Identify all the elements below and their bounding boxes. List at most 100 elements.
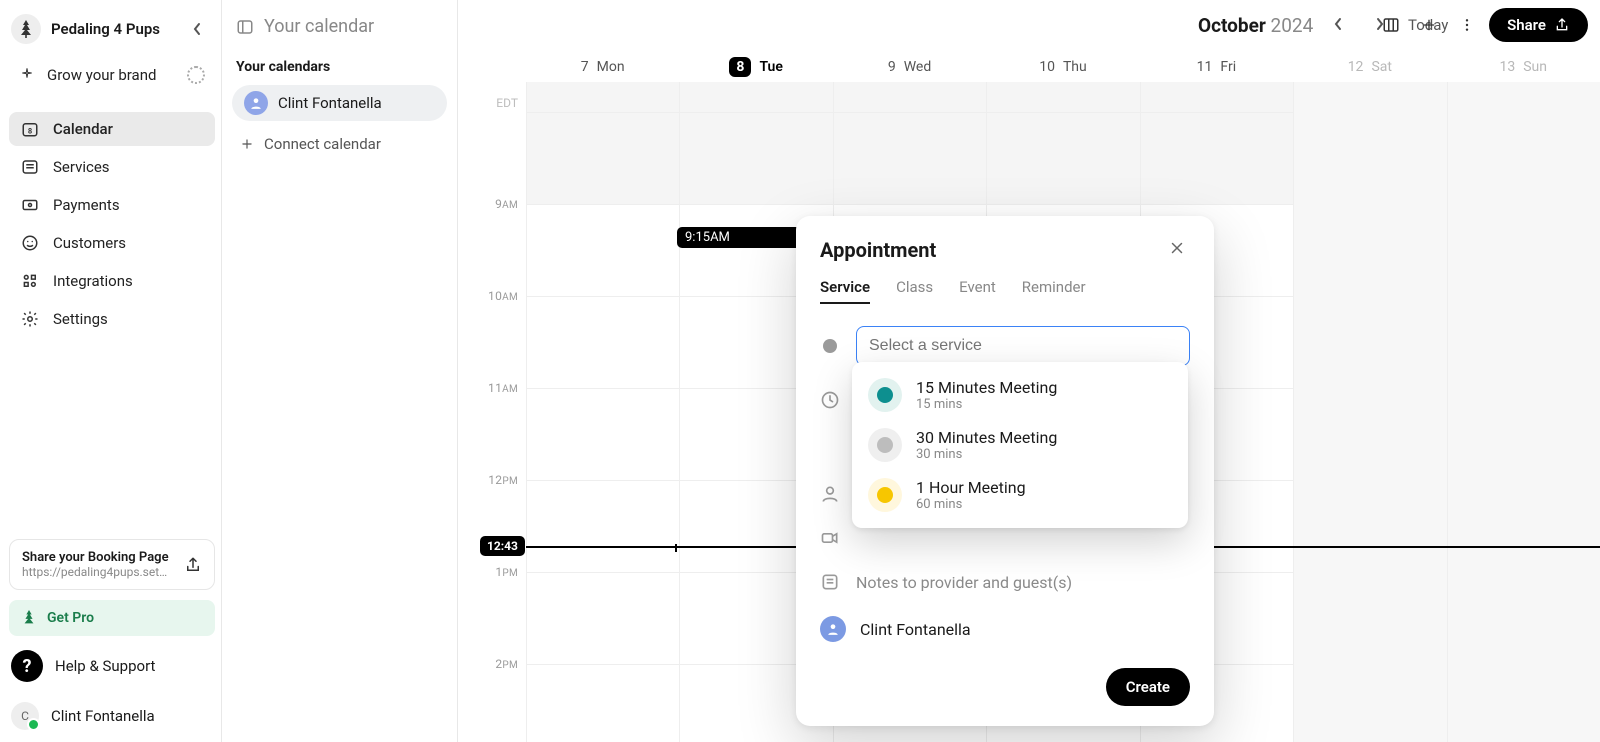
nav-payments[interactable]: Payments: [9, 188, 215, 222]
time-gutter: EDT 9AM 10AM 11AM 12PM 1PM 2PM: [458, 82, 526, 742]
chevron-left-icon: [1333, 17, 1343, 31]
columns-icon: [1382, 16, 1400, 34]
create-button[interactable]: Create: [1106, 668, 1190, 706]
current-user-menu[interactable]: C Clint Fontanella: [9, 696, 215, 736]
help-support-link[interactable]: ? Help & Support: [9, 646, 215, 686]
popover-tabs: Service Class Event Reminder: [820, 278, 1190, 304]
day-header[interactable]: 8Tue: [679, 52, 832, 82]
list-icon: [21, 158, 39, 176]
nav-settings[interactable]: Settings: [9, 302, 215, 336]
workspace-switcher[interactable]: Pedaling 4 Pups: [9, 10, 215, 58]
chevron-left-icon: [192, 22, 202, 36]
tree-icon: [19, 20, 33, 38]
share-label: Share: [1507, 16, 1546, 34]
day-column[interactable]: [1447, 82, 1600, 742]
day-header[interactable]: 12Sat: [1293, 52, 1446, 82]
day-header[interactable]: 13Sun: [1447, 52, 1600, 82]
video-field-row[interactable]: [820, 528, 1190, 548]
day-header[interactable]: 11Fri: [1140, 52, 1293, 82]
get-pro-label: Get Pro: [47, 610, 94, 626]
timezone-label: EDT: [496, 96, 518, 110]
service-select-input[interactable]: [856, 326, 1190, 366]
view-columns-button[interactable]: [1375, 9, 1407, 41]
your-calendars-heading: Your calendars: [232, 55, 447, 85]
person-icon: [820, 484, 840, 504]
color-swatch-icon: [868, 428, 902, 462]
plus-icon: [240, 137, 254, 151]
day-header[interactable]: 10Thu: [986, 52, 1139, 82]
month-name: October: [1198, 14, 1266, 37]
panel-title: Your calendar: [264, 16, 374, 37]
tab-reminder[interactable]: Reminder: [1022, 278, 1086, 304]
more-menu-button[interactable]: [1451, 9, 1483, 41]
nav-label: Settings: [53, 310, 108, 328]
get-pro-button[interactable]: Get Pro: [9, 600, 215, 636]
loading-spinner-icon: [187, 66, 205, 84]
day-header[interactable]: 9Wed: [833, 52, 986, 82]
svg-text:8: 8: [28, 127, 32, 136]
month-year-label: October 2024: [1198, 14, 1313, 37]
tree-icon: [21, 610, 37, 626]
notes-field-row[interactable]: Notes to provider and guest(s): [820, 572, 1190, 592]
nav-customers[interactable]: Customers: [9, 226, 215, 260]
assignee-row[interactable]: Clint Fontanella: [820, 616, 1190, 642]
toolbar-right: Share: [1375, 8, 1588, 42]
more-vertical-icon: [1459, 17, 1475, 33]
money-icon: [21, 196, 39, 214]
upload-icon: [1554, 17, 1570, 33]
day-column[interactable]: [1293, 82, 1446, 742]
add-button[interactable]: [1413, 9, 1445, 41]
service-option[interactable]: 30 Minutes Meeting30 mins: [860, 420, 1180, 470]
notes-placeholder: Notes to provider and guest(s): [856, 573, 1072, 592]
nav-calendar[interactable]: 8 Calendar: [9, 112, 215, 146]
smile-icon: [21, 234, 39, 252]
assignee-name: Clint Fontanella: [860, 620, 971, 639]
workspace-name: Pedaling 4 Pups: [51, 20, 175, 38]
day-header[interactable]: 7Mon: [526, 52, 679, 82]
calendar-grid[interactable]: EDT 9AM 10AM 11AM 12PM 1PM 2PM 9:15AM: [458, 82, 1600, 742]
close-button[interactable]: [1168, 239, 1190, 261]
person-icon: [244, 91, 268, 115]
calendar-chip[interactable]: Clint Fontanella: [232, 85, 447, 121]
booking-page-card[interactable]: Share your Booking Page https://pedaling…: [9, 539, 215, 590]
tab-class[interactable]: Class: [896, 278, 933, 304]
day-column[interactable]: [526, 82, 679, 742]
calendar-icon: 8: [21, 120, 39, 138]
panel-title-row: Your calendar: [232, 10, 447, 55]
connect-calendar-button[interactable]: Connect calendar: [232, 121, 447, 167]
share-button[interactable]: Share: [1489, 8, 1588, 42]
day-headers: 7Mon 8Tue 9Wed 10Thu 11Fri 12Sat 13Sun: [458, 52, 1600, 82]
current-user-name: Clint Fontanella: [51, 707, 155, 725]
close-icon: [1168, 239, 1186, 257]
sparkle-icon: [19, 67, 35, 83]
color-swatch-icon: [868, 478, 902, 512]
collapse-sidebar-button[interactable]: [185, 17, 209, 41]
color-dot-icon: [823, 339, 837, 353]
tab-event[interactable]: Event: [959, 278, 996, 304]
year: 2024: [1271, 14, 1314, 37]
gear-icon: [21, 310, 39, 328]
avatar: C: [11, 702, 39, 730]
nav-label: Services: [53, 158, 110, 176]
current-time-badge: 12:43: [480, 536, 525, 556]
grow-brand-link[interactable]: Grow your brand: [9, 58, 215, 92]
service-option[interactable]: 1 Hour Meeting60 mins: [860, 470, 1180, 520]
apps-icon: [21, 272, 39, 290]
nav-services[interactable]: Services: [9, 150, 215, 184]
service-option[interactable]: 15 Minutes Meeting15 mins: [860, 370, 1180, 420]
person-icon: [820, 616, 846, 642]
primary-nav: 8 Calendar Services Payments Customers I…: [9, 112, 215, 336]
brand-logo: [11, 14, 41, 44]
grow-brand-label: Grow your brand: [47, 66, 156, 84]
color-swatch-icon: [868, 378, 902, 412]
nav-label: Integrations: [53, 272, 133, 290]
booking-title: Share your Booking Page: [22, 550, 176, 565]
calendar-panel: Your calendar Your calendars Clint Fonta…: [222, 0, 458, 742]
nav-integrations[interactable]: Integrations: [9, 264, 215, 298]
sidebar: Pedaling 4 Pups Grow your brand 8 Calend…: [0, 0, 222, 742]
service-dropdown: 15 Minutes Meeting15 mins 30 Minutes Mee…: [852, 362, 1188, 528]
prev-week-button[interactable]: [1322, 8, 1354, 40]
nav-label: Calendar: [53, 120, 113, 138]
tab-service[interactable]: Service: [820, 278, 870, 304]
popover-title: Appointment: [820, 238, 936, 262]
